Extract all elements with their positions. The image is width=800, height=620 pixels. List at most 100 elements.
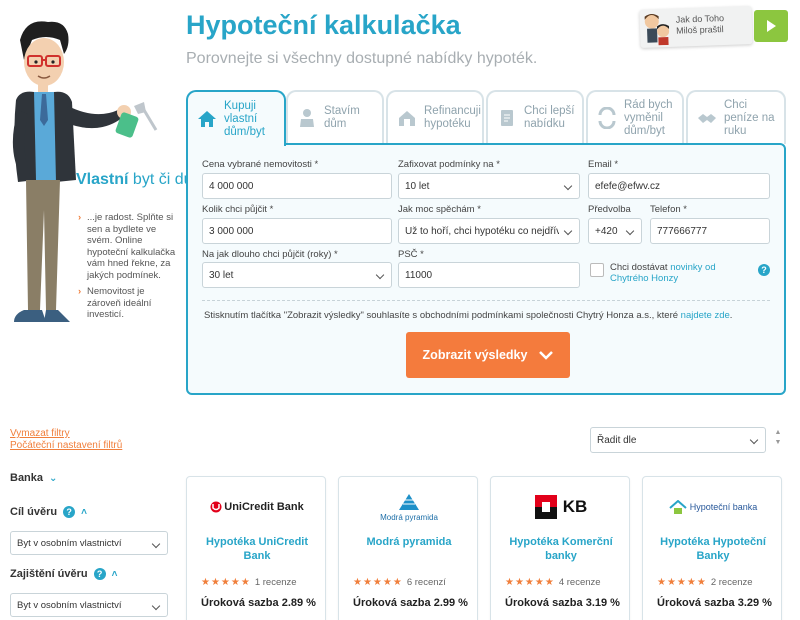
urgency-select[interactable]: Už to hoří, chci hypotéku co nejdříve: [398, 218, 580, 244]
exchange-icon: [598, 107, 616, 129]
bank-card[interactable]: Modrá pyramida Modrá pyramida ★★★★★ 6 rec…: [338, 476, 478, 620]
bank-name[interactable]: Modrá pyramida: [347, 535, 471, 549]
arrow-down-icon[interactable]: ▼: [770, 438, 786, 448]
tab-better-offer[interactable]: Chci lepší nabídku: [486, 90, 584, 144]
terms-body: Stisknutím tlačítka "Zobrazit výsledky" …: [204, 310, 681, 321]
bank-name[interactable]: Hypotéka Komerční banky: [499, 535, 623, 563]
term-value: 30 let: [209, 269, 234, 281]
help-icon[interactable]: ?: [93, 568, 106, 580]
tab-buy-home[interactable]: Kupuji vlastní dům/byt: [186, 90, 286, 146]
document-icon: [501, 110, 513, 126]
clear-filters-link[interactable]: Vymazat filtry: [10, 428, 70, 439]
show-results-button[interactable]: Zobrazit výsledky: [406, 332, 570, 378]
filter-bank-label: Banka: [10, 472, 44, 484]
hero-benefit: › ...je radost. Splňte si sen a bydlete v…: [78, 212, 178, 281]
price-label: Cena vybrané nemovitosti *: [202, 159, 319, 170]
star-rating-icon: ★★★★★: [657, 577, 707, 588]
chevron-down-icon: ⌄: [49, 472, 58, 484]
rating: ★★★★★ 4 recenze: [505, 577, 601, 588]
bank-name[interactable]: Hypotéka Hypoteční Banky: [651, 535, 775, 563]
handshake-icon: [698, 114, 716, 123]
fixation-select[interactable]: 10 let: [398, 173, 580, 199]
tab-label: Chci lepší nabídku: [524, 105, 575, 130]
tab-label: Rád bych vyměnil dům/byt: [624, 98, 673, 137]
arrow-up-icon[interactable]: ▲: [770, 428, 786, 438]
chevron-down-icon: [539, 351, 554, 360]
filter-security[interactable]: Zajištění úvěru ? ˄: [10, 568, 117, 580]
house-icon: [198, 111, 216, 127]
security-select[interactable]: Byt v osobním vlastnictví: [10, 593, 168, 617]
filter-goal-label: Cíl úvěru: [10, 506, 58, 518]
bank-card[interactable]: UniCredit Bank Hypotéka UniCredit Bank ★…: [186, 476, 326, 620]
unicredit-mark-icon: [210, 501, 222, 513]
sort-stepper[interactable]: ▲ ▼: [770, 428, 786, 454]
kb-logo: KB: [491, 487, 631, 527]
refinance-house-icon: [399, 111, 415, 126]
goal-select[interactable]: Byt v osobním vlastnictví: [10, 531, 168, 555]
video-promo[interactable]: Jak do Toho Miloš praštil: [639, 6, 788, 48]
promo-line-2: Miloš praštil: [675, 24, 724, 36]
house-logo-icon: [669, 500, 687, 514]
bank-card[interactable]: KB Hypotéka Komerční banky ★★★★★ 4 recenz…: [490, 476, 630, 620]
goal-value: Byt v osobním vlastnictví: [17, 537, 122, 549]
terms-end: .: [729, 310, 733, 321]
price-input[interactable]: 4 000 000: [202, 173, 392, 199]
rating: ★★★★★ 2 recenze: [657, 577, 753, 588]
kb-mark-icon: [534, 495, 557, 519]
logo-text: Modrá pyramida: [380, 512, 438, 522]
bank-card[interactable]: Hypoteční banka Hypotéka Hypoteční Banky…: [642, 476, 782, 620]
term-label: Na jak dlouho chci půjčit (roky) *: [202, 249, 338, 260]
phone-label: Telefon *: [650, 204, 687, 215]
builder-icon: [300, 109, 314, 127]
email-input[interactable]: efefe@efwv.cz: [588, 173, 770, 199]
phone-input[interactable]: 777666777: [650, 218, 770, 244]
zip-input[interactable]: 11000: [398, 262, 580, 288]
review-count[interactable]: 2 recenze: [711, 577, 753, 588]
tab-refinance[interactable]: Refinancuji hypotéku: [386, 90, 484, 144]
promo-card: Jak do Toho Miloš praštil: [639, 6, 753, 48]
page: Hypoteční kalkulačka Porovnejte si všech…: [0, 0, 800, 620]
loan-input[interactable]: 3 000 000: [202, 218, 392, 244]
logo-text: KB: [562, 497, 588, 516]
help-icon[interactable]: ?: [63, 506, 76, 518]
filter-bank[interactable]: Banka ⌄: [10, 472, 57, 484]
play-icon: [767, 20, 776, 32]
pyramid-icon: [399, 493, 419, 510]
interest-rate: Úroková sazba 2.89 %: [201, 597, 316, 609]
calculator-form: Cena vybrané nemovitosti * 4 000 000 Zaf…: [186, 143, 786, 395]
terms-link[interactable]: najdete zde: [681, 310, 730, 321]
sort-select[interactable]: Řadit dle: [590, 427, 766, 453]
unicredit-logo: UniCredit Bank: [187, 487, 327, 527]
interest-rate: Úroková sazba 3.19 %: [505, 597, 620, 609]
newsletter-checkbox[interactable]: [590, 263, 604, 277]
tab-label: Kupuji vlastní dům/byt: [224, 99, 265, 138]
submit-label: Zobrazit výsledky: [422, 348, 528, 362]
fixation-label: Zafixovat podmínky na *: [398, 159, 500, 170]
review-count[interactable]: 4 recenze: [559, 577, 601, 588]
review-count[interactable]: 6 recenzí: [407, 577, 446, 588]
reset-filters-link[interactable]: Počáteční nastavení filtrů: [10, 440, 122, 451]
tab-cash-loan[interactable]: Chci peníze na ruku: [686, 90, 786, 144]
logo-text: UniCredit Bank: [224, 501, 304, 513]
hero-benefits: › ...je radost. Splňte si sen a bydlete v…: [78, 212, 178, 326]
play-button[interactable]: [754, 10, 788, 42]
tab-exchange-home[interactable]: Rád bych vyměnil dům/byt: [586, 90, 684, 144]
email-label: Email *: [588, 159, 619, 170]
review-count[interactable]: 1 recenze: [255, 577, 297, 588]
page-title: Hypoteční kalkulačka: [186, 10, 461, 40]
purpose-tabs: Kupuji vlastní dům/byt Stavím dům Refina…: [186, 90, 786, 146]
filter-security-label: Zajištění úvěru: [10, 568, 88, 580]
help-icon[interactable]: ?: [758, 264, 770, 276]
filter-goal[interactable]: Cíl úvěru ? ˄: [10, 506, 87, 518]
urgency-value: Už to hoří, chci hypotéku co nejdříve: [405, 225, 559, 237]
fixation-value: 10 let: [405, 180, 430, 192]
chevron-up-icon: ˄: [81, 506, 87, 518]
term-select[interactable]: 30 let: [202, 262, 392, 288]
bank-name[interactable]: Hypotéka UniCredit Bank: [195, 535, 319, 563]
interest-rate: Úroková sazba 3.29 %: [657, 597, 772, 609]
terms-text: Stisknutím tlačítka "Zobrazit výsledky" …: [204, 310, 732, 321]
hero-benefit-text: ...je radost. Splňte si sen a bydlete ve…: [87, 212, 176, 281]
prefix-select[interactable]: +420: [588, 218, 642, 244]
star-rating-icon: ★★★★★: [353, 577, 403, 588]
tab-build-house[interactable]: Stavím dům: [286, 90, 384, 144]
